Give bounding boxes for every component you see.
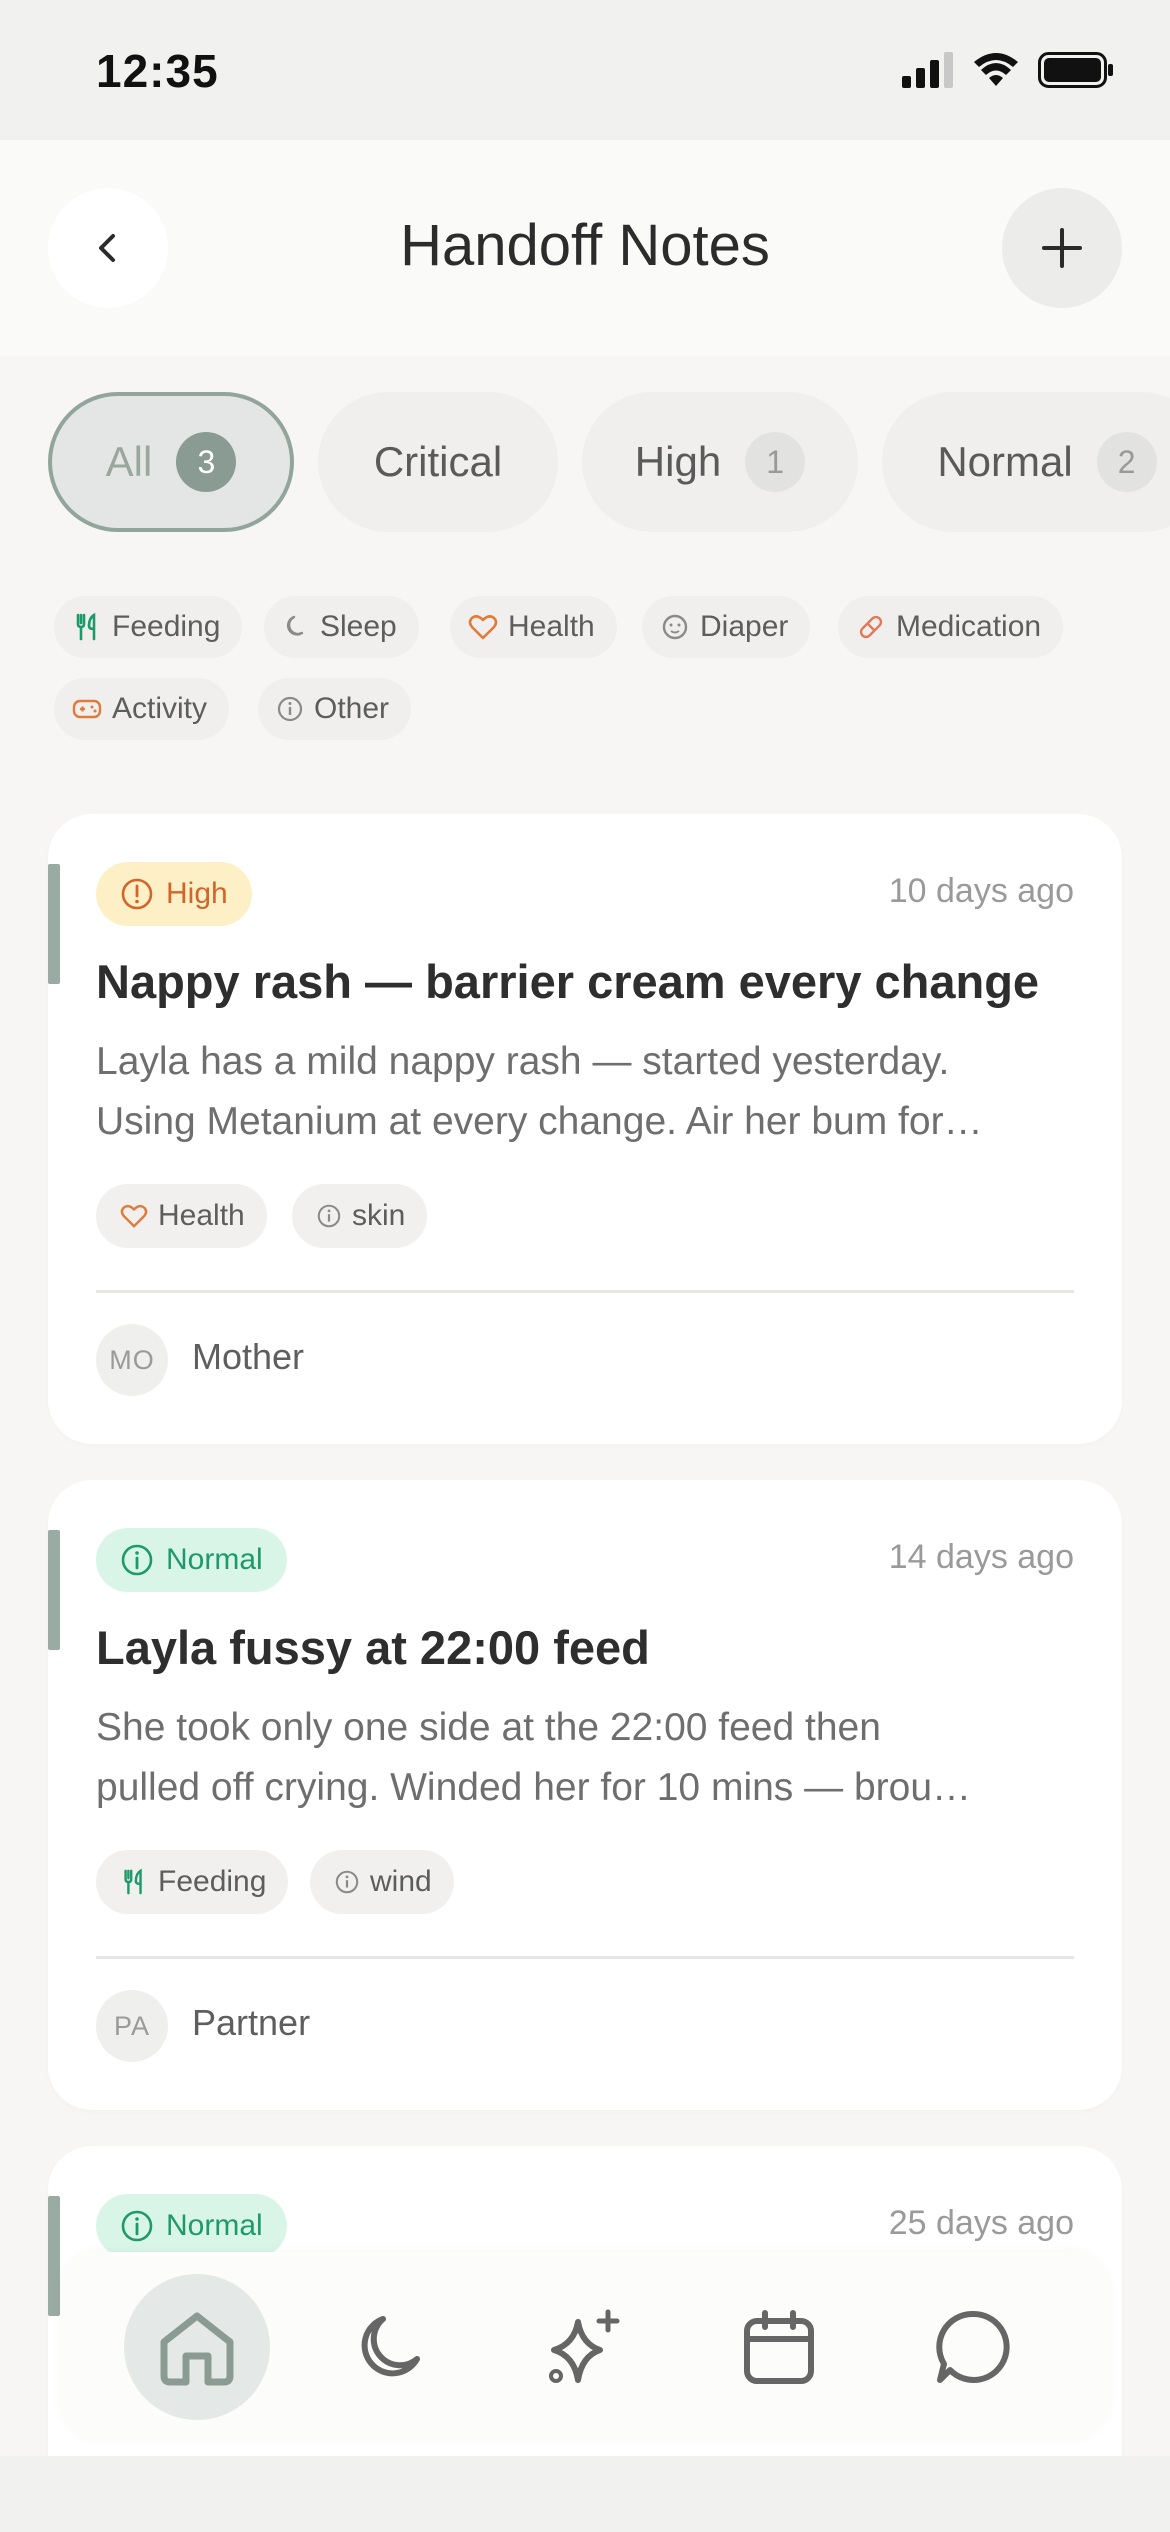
moon-icon	[361, 2316, 420, 2377]
moon-icon	[286, 615, 304, 636]
priority-label: Normal	[166, 1543, 263, 1576]
divider	[96, 1290, 1074, 1293]
category-label: Diaper	[700, 610, 789, 643]
wifi-icon	[974, 53, 1018, 86]
note-time: 25 days ago	[888, 2204, 1074, 2242]
category-label: Other	[314, 692, 390, 725]
pill-icon	[859, 615, 883, 639]
priority-label: Normal	[166, 2209, 263, 2242]
priority-badge: Normal	[96, 2194, 287, 2258]
nav-insights[interactable]	[512, 2274, 658, 2420]
note-author: Mother	[192, 1336, 305, 1377]
note-body: She took only one side at the 22:00 feed…	[96, 1698, 1086, 1818]
filter-high[interactable]: High 1	[582, 392, 858, 532]
fork-knife-icon	[76, 612, 96, 641]
status-bar: 12:35	[0, 0, 1170, 140]
note-body-line: Layla has a mild nappy rash — started ye…	[96, 1040, 950, 1083]
gamepad-icon	[72, 699, 102, 719]
status-time: 12:35	[96, 45, 219, 97]
filter-count: 2	[1096, 432, 1157, 492]
priority-indicator	[48, 864, 60, 984]
priority-label: High	[166, 877, 228, 910]
page-title: Handoff Notes	[400, 213, 770, 278]
alert-circle-icon	[121, 878, 153, 910]
filter-label: High	[634, 438, 722, 485]
filter-count: 1	[745, 432, 806, 492]
tag-label: skin	[352, 1199, 406, 1232]
heart-icon	[468, 615, 498, 640]
heart-icon	[120, 1204, 148, 1228]
category-chip-other[interactable]: Other	[258, 678, 412, 740]
tag-label: wind	[370, 1865, 432, 1898]
category-label: Activity	[112, 692, 208, 725]
info-icon	[335, 1870, 359, 1894]
info-icon	[317, 1204, 341, 1228]
filter-label: Critical	[373, 438, 503, 485]
add-note-button[interactable]	[1002, 188, 1122, 308]
home-icon	[160, 2312, 234, 2386]
note-card[interactable]: High 10 days ago Nappy rash — barrier cr…	[48, 814, 1122, 1444]
note-title: Layla fussy at 22:00 feed	[96, 1621, 650, 1674]
nav-home[interactable]	[124, 2274, 270, 2420]
note-tag: Feeding	[96, 1850, 289, 1914]
category-label: Medication	[896, 610, 1042, 643]
tag-label: Feeding	[158, 1865, 267, 1898]
info-icon	[277, 696, 303, 722]
signal-icon	[902, 52, 953, 88]
priority-badge: Normal	[96, 1528, 287, 1592]
note-author: Partner	[192, 2002, 311, 2043]
category-label: Sleep	[320, 610, 397, 643]
note-body-line: She took only one side at the 22:00 feed…	[96, 1706, 881, 1749]
home-indicator-area	[0, 2456, 1170, 2532]
note-time: 10 days ago	[888, 872, 1074, 910]
bottom-nav	[60, 2252, 1110, 2442]
battery-icon	[1038, 52, 1113, 88]
note-time: 14 days ago	[888, 1538, 1074, 1576]
filter-normal[interactable]: Normal 2	[882, 392, 1170, 532]
priority-indicator	[48, 2196, 60, 2316]
nav-calendar[interactable]	[706, 2274, 852, 2420]
avatar: MO	[96, 1324, 168, 1396]
note-body-line: Using Metanium at every change. Air her …	[96, 1100, 983, 1143]
note-tag: Health	[96, 1184, 267, 1248]
category-label: Feeding	[112, 610, 221, 643]
note-card[interactable]: Normal 14 days ago Layla fussy at 22:00 …	[48, 1480, 1122, 2110]
info-icon	[121, 1544, 153, 1576]
sparkle-icon	[549, 2309, 620, 2383]
note-tag: wind	[310, 1850, 454, 1914]
category-chip-sleep[interactable]: Sleep	[264, 596, 419, 658]
category-chip-feeding[interactable]: Feeding	[54, 596, 243, 658]
category-chip-medication[interactable]: Medication	[838, 596, 1064, 658]
category-label: Health	[508, 610, 595, 643]
calendar-icon	[744, 2310, 814, 2384]
filter-label: All	[105, 438, 153, 485]
note-body: Layla has a mild nappy rash — started ye…	[96, 1032, 1086, 1152]
priority-badge: High	[96, 862, 252, 926]
tag-label: Health	[158, 1199, 245, 1232]
filter-label: Normal	[937, 438, 1073, 485]
fork-knife-icon	[124, 1868, 142, 1895]
filter-critical[interactable]: Critical	[318, 392, 558, 532]
note-tag: skin	[292, 1184, 428, 1248]
chat-icon	[936, 2310, 1010, 2383]
priority-indicator	[48, 1530, 60, 1650]
filter-all[interactable]: All 3	[48, 392, 294, 532]
info-icon	[121, 2210, 153, 2242]
status-icons	[902, 52, 1114, 88]
nav-sleep[interactable]	[318, 2274, 464, 2420]
divider	[96, 1956, 1074, 1959]
avatar: PA	[96, 1990, 168, 2062]
category-chip-health[interactable]: Health	[450, 596, 617, 658]
note-body-line: pulled off crying. Winded her for 10 min…	[96, 1766, 972, 1809]
nav-chat[interactable]	[900, 2274, 1046, 2420]
category-chip-diaper[interactable]: Diaper	[642, 596, 811, 658]
filter-count: 3	[176, 432, 237, 492]
note-title: Nappy rash — barrier cream every change	[96, 955, 1040, 1008]
header: Handoff Notes	[0, 140, 1170, 356]
category-chip-activity[interactable]: Activity	[54, 678, 230, 740]
baby-face-icon	[662, 614, 688, 640]
priority-filter: All 3 Critical High 1 Normal 2	[48, 392, 1170, 534]
plus-icon	[1042, 228, 1082, 268]
